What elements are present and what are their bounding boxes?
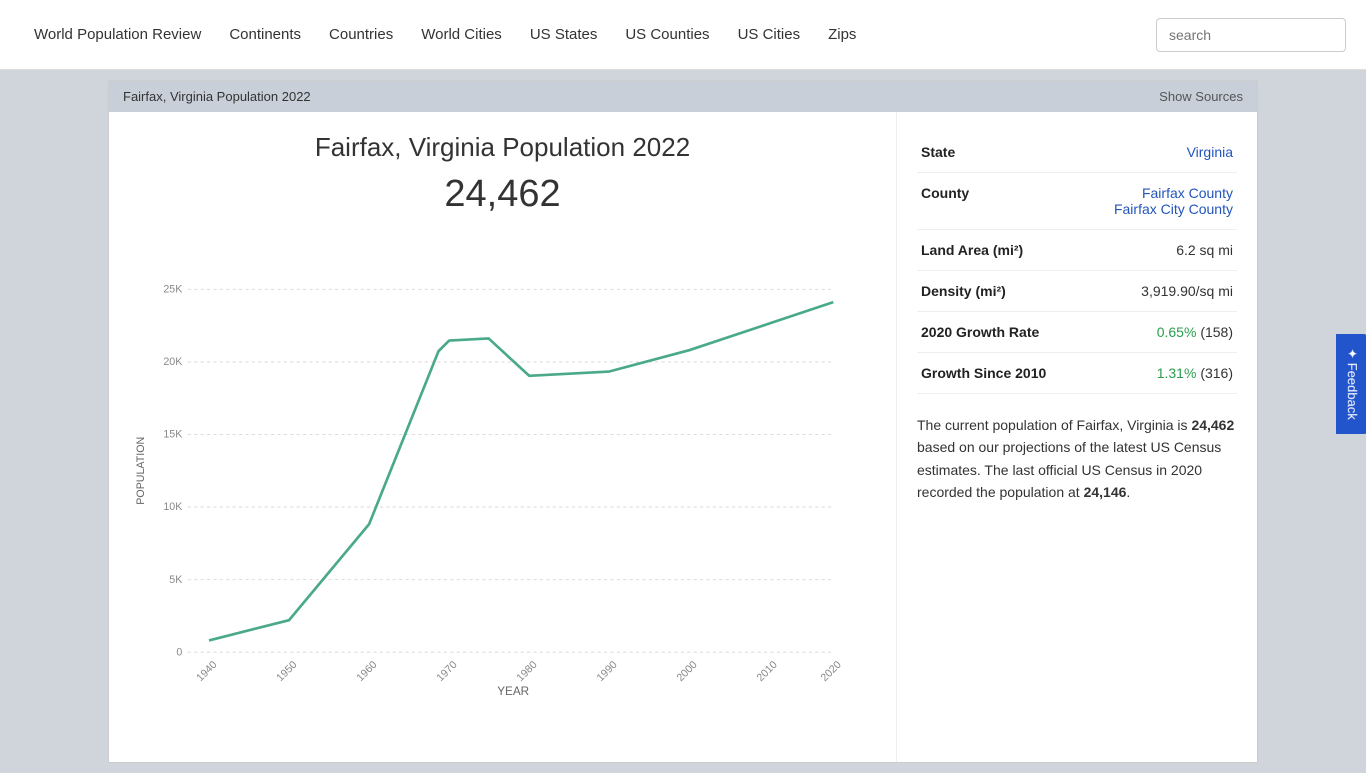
nav-continents[interactable]: Continents <box>215 18 315 51</box>
county-label: County <box>917 173 1093 230</box>
growth-2010-row: Growth Since 2010 1.31% (316) <box>917 353 1237 394</box>
growth-2010-label: Growth Since 2010 <box>917 353 1093 394</box>
desc-middle: based on our projections of the latest U… <box>917 439 1221 500</box>
desc-census-bold: 24,146 <box>1084 484 1127 500</box>
density-row: Density (mi²) 3,919.90/sq mi <box>917 271 1237 312</box>
desc-before: The current population of Fairfax, Virgi… <box>917 417 1191 433</box>
svg-text:25K: 25K <box>163 284 182 296</box>
density-value: 3,919.90/sq mi <box>1093 271 1237 312</box>
land-area-row: Land Area (mi²) 6.2 sq mi <box>917 230 1237 271</box>
show-sources-button[interactable]: Show Sources <box>1159 89 1243 104</box>
density-label: Density (mi²) <box>917 271 1093 312</box>
population-line <box>209 302 833 640</box>
svg-text:15K: 15K <box>163 429 182 441</box>
nav-us-counties[interactable]: US Counties <box>611 18 723 51</box>
content-outer: Fairfax, Virginia Population 2022 Show S… <box>108 70 1258 773</box>
nav-zips[interactable]: Zips <box>814 18 870 51</box>
svg-text:10K: 10K <box>163 501 182 513</box>
feedback-label: ✦ Feedback <box>1344 348 1360 420</box>
county-link-1[interactable]: Fairfax County <box>1142 185 1233 201</box>
growth-2020-value: 0.65% (158) <box>1093 312 1237 353</box>
state-link[interactable]: Virginia <box>1187 144 1233 160</box>
description-text: The current population of Fairfax, Virgi… <box>917 414 1237 504</box>
svg-text:YEAR: YEAR <box>497 685 529 695</box>
search-input[interactable] <box>1156 18 1346 52</box>
land-area-label: Land Area (mi²) <box>917 230 1093 271</box>
nav-world-cities[interactable]: World Cities <box>407 18 516 51</box>
desc-pop-bold: 24,462 <box>1191 417 1234 433</box>
y-axis-label: POPULATION <box>135 437 147 505</box>
svg-text:1990: 1990 <box>594 659 619 684</box>
svg-text:0: 0 <box>176 646 182 658</box>
svg-text:5K: 5K <box>169 574 182 586</box>
county-value: Fairfax County Fairfax City County <box>1093 173 1237 230</box>
svg-text:1970: 1970 <box>434 659 459 684</box>
nav-us-states[interactable]: US States <box>516 18 612 51</box>
svg-text:2020: 2020 <box>819 659 844 684</box>
page-card: Fairfax, Virginia Population 2022 Show S… <box>108 80 1258 763</box>
main-layout: Fairfax, Virginia Population 2022 24,462… <box>109 112 1257 762</box>
svg-text:1960: 1960 <box>354 659 379 684</box>
county-row: County Fairfax County Fairfax City Count… <box>917 173 1237 230</box>
county-link-2[interactable]: Fairfax City County <box>1114 201 1233 217</box>
feedback-tab[interactable]: ✦ Feedback <box>1336 334 1366 434</box>
growth-2020-pct: 0.65% <box>1157 324 1197 340</box>
nav-links: World Population Review Continents Count… <box>20 18 1156 51</box>
growth-2020-label: 2020 Growth Rate <box>917 312 1093 353</box>
svg-text:1950: 1950 <box>274 659 299 684</box>
chart-title: Fairfax, Virginia Population 2022 <box>129 132 876 163</box>
svg-text:2010: 2010 <box>755 659 780 684</box>
growth-2010-pct: 1.31% <box>1157 365 1197 381</box>
growth-2020-extra: (158) <box>1200 324 1233 340</box>
population-chart: POPULATION 0 5K 10K 15K 20K <box>129 236 876 695</box>
growth-2010-value: 1.31% (316) <box>1093 353 1237 394</box>
state-row: State Virginia <box>917 132 1237 173</box>
growth-2020-row: 2020 Growth Rate 0.65% (158) <box>917 312 1237 353</box>
svg-text:1940: 1940 <box>194 659 219 684</box>
chart-area: Fairfax, Virginia Population 2022 24,462… <box>109 112 897 762</box>
navigation: World Population Review Continents Count… <box>0 0 1366 70</box>
page-card-header: Fairfax, Virginia Population 2022 Show S… <box>109 81 1257 112</box>
info-table: State Virginia County Fairfax County Fai… <box>917 132 1237 394</box>
svg-text:20K: 20K <box>163 356 182 368</box>
nav-us-cities[interactable]: US Cities <box>724 18 815 51</box>
desc-end: . <box>1126 484 1130 500</box>
growth-2010-extra: (316) <box>1200 365 1233 381</box>
svg-text:1980: 1980 <box>514 659 539 684</box>
chart-container: POPULATION 0 5K 10K 15K 20K <box>129 236 876 698</box>
state-label: State <box>917 132 1093 173</box>
land-area-value: 6.2 sq mi <box>1093 230 1237 271</box>
svg-text:2000: 2000 <box>674 659 699 684</box>
page-card-title: Fairfax, Virginia Population 2022 <box>123 89 311 104</box>
info-panel: State Virginia County Fairfax County Fai… <box>897 112 1257 762</box>
state-value: Virginia <box>1093 132 1237 173</box>
nav-brand[interactable]: World Population Review <box>20 18 215 51</box>
nav-countries[interactable]: Countries <box>315 18 407 51</box>
chart-population: 24,462 <box>129 173 876 216</box>
